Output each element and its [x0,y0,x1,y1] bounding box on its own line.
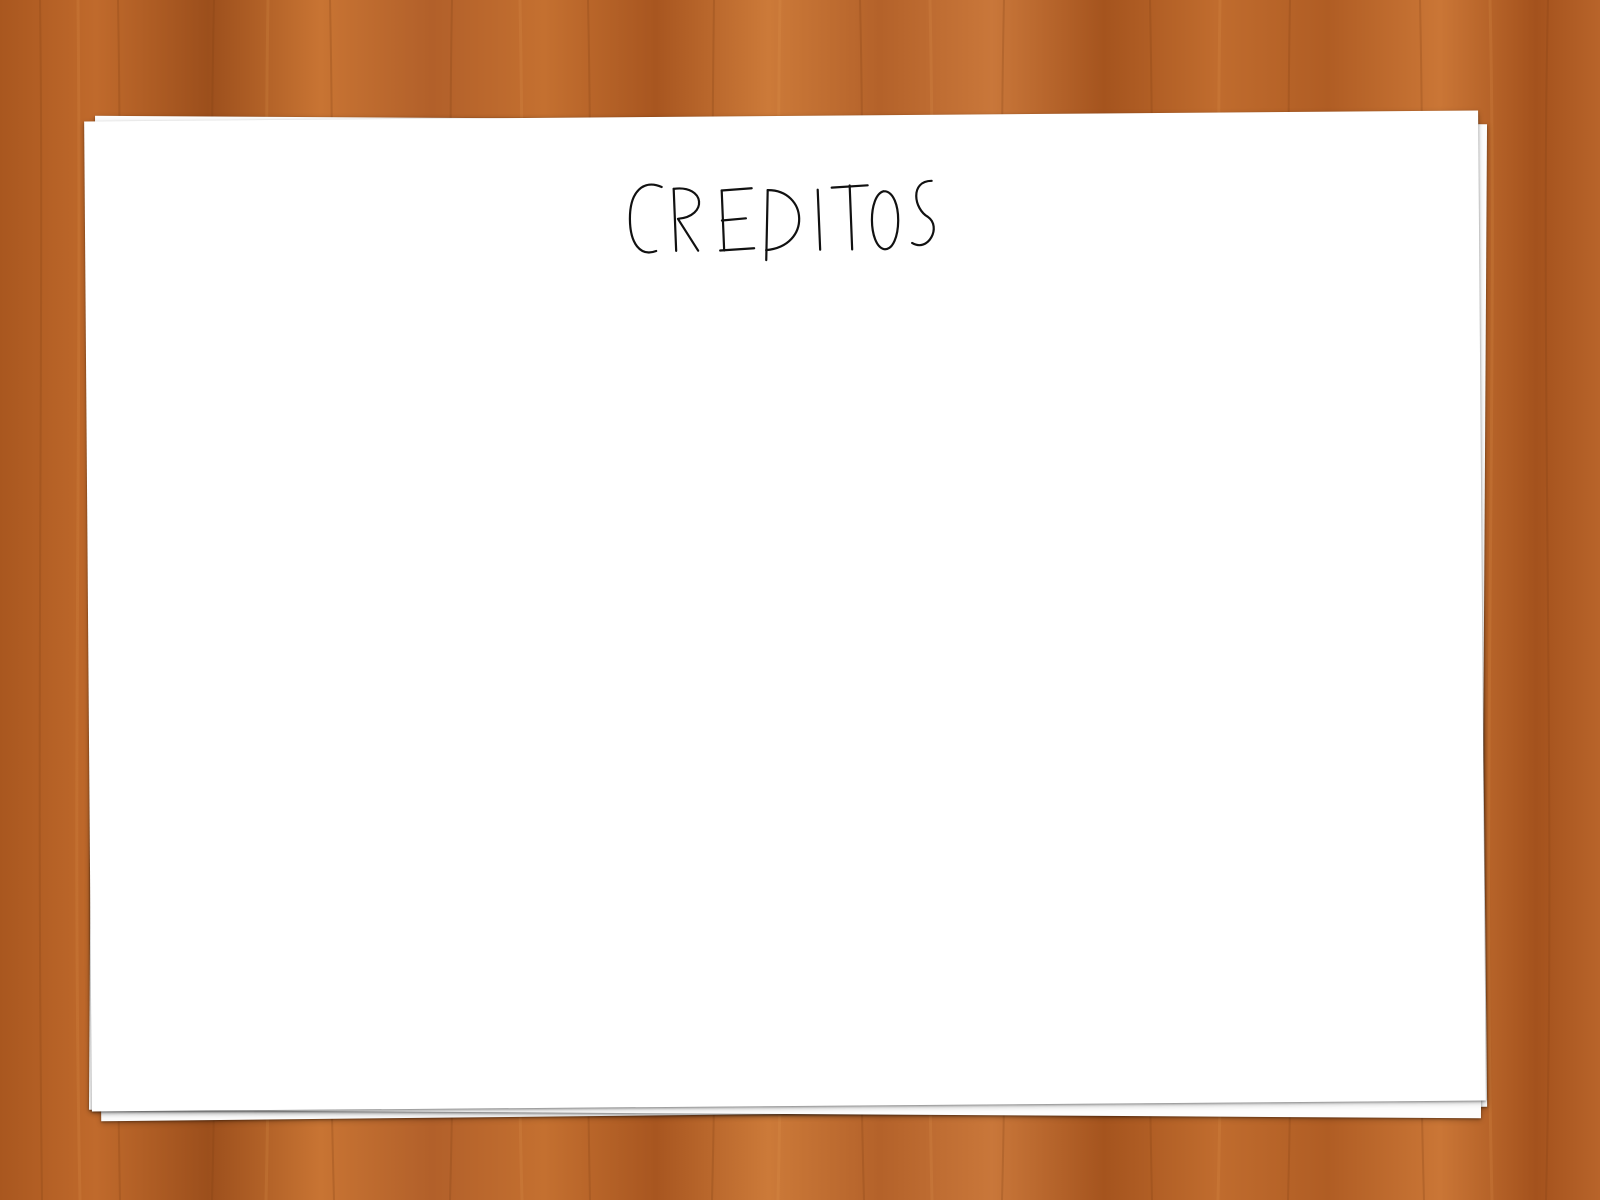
handwritten-title: CREDITOS [622,169,943,282]
title-text: CREDITOS [622,271,623,272]
handwritten-title-drawing [628,179,935,262]
paper-sheet-top: CREDITOS [84,110,1486,1112]
title-area: CREDITOS [85,165,1480,286]
